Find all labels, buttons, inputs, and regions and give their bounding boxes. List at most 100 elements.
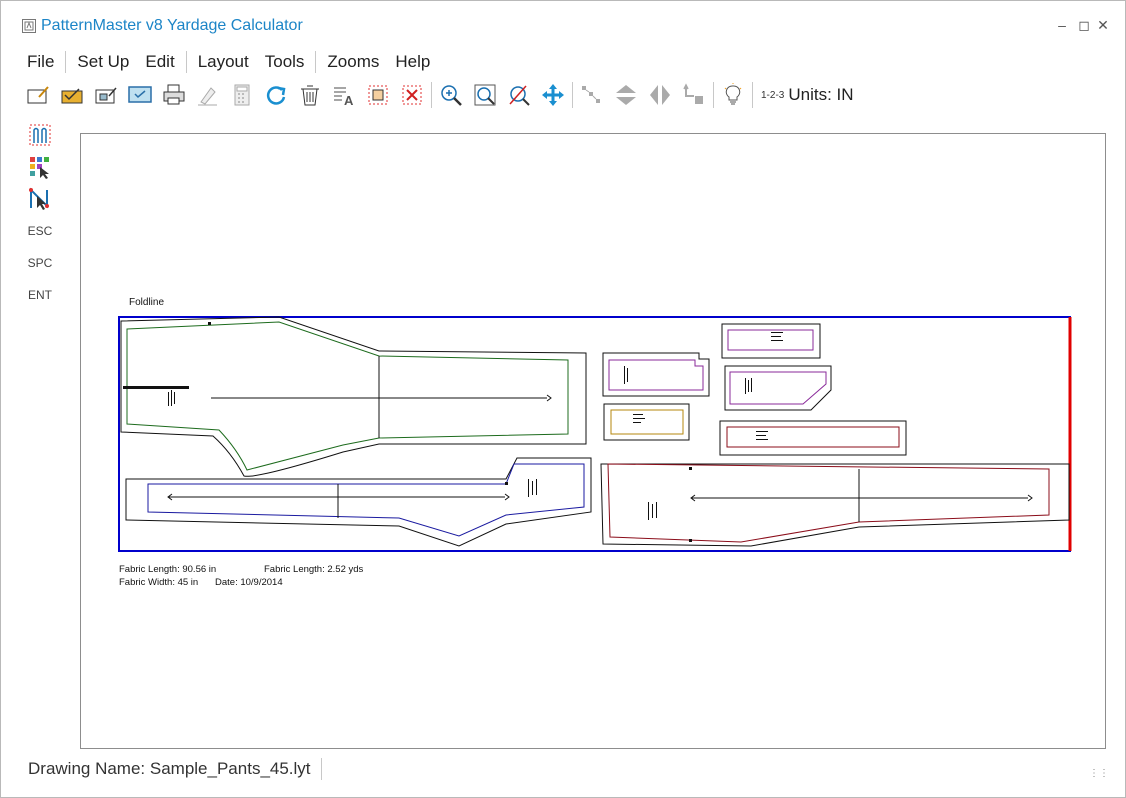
close-button[interactable]: ✕ xyxy=(1093,15,1113,35)
status-separator xyxy=(320,758,322,780)
app-icon xyxy=(22,19,36,33)
ent-button[interactable]: ENT xyxy=(23,279,57,311)
toolbar-separator xyxy=(572,82,573,108)
marker-layout-drawing[interactable]: Foldline Fabric Length: 90.56 in Fabric … xyxy=(81,134,1105,748)
toolbar: A 1-2-3 Units: IN xyxy=(21,81,854,109)
pattern-piece-pocket[interactable] xyxy=(602,352,710,397)
layout-canvas[interactable]: Foldline Fabric Length: 90.56 in Fabric … xyxy=(80,133,1106,749)
pattern-piece-fly[interactable] xyxy=(724,365,832,411)
zoom-extents-icon xyxy=(509,85,530,106)
text-icon: A xyxy=(334,87,354,108)
select-point-tool[interactable] xyxy=(23,183,57,215)
save-layout-button[interactable] xyxy=(89,81,123,109)
status-bar: Drawing Name: Sample_Pants_45.lyt xyxy=(28,758,322,780)
resize-grip-icon[interactable]: ⋮⋮ xyxy=(1089,768,1109,779)
maximize-button[interactable]: ◻ xyxy=(1074,15,1094,35)
app-window: PatternMaster v8 Yardage Calculator – ◻ … xyxy=(0,0,1126,798)
pattern-piece-back-leg[interactable] xyxy=(125,457,592,547)
esc-label: ESC xyxy=(27,224,53,238)
refresh-icon xyxy=(266,86,286,105)
menu-setup[interactable]: Set Up xyxy=(69,52,137,72)
plotter-icon xyxy=(198,87,217,106)
fabric-length-yds: Fabric Length: 2.52 yds xyxy=(264,564,364,575)
menu-tools[interactable]: Tools xyxy=(257,52,313,72)
fabric-boundary xyxy=(118,316,1071,552)
foldline-label: Foldline xyxy=(129,297,164,308)
lightbulb-icon xyxy=(724,83,742,105)
tips-button[interactable] xyxy=(716,81,750,109)
menu-layout[interactable]: Layout xyxy=(190,52,257,72)
svg-text:A: A xyxy=(344,93,354,108)
calculator-icon xyxy=(234,84,250,106)
printer-icon xyxy=(163,84,185,105)
pattern-piece-side-panel[interactable] xyxy=(600,463,1070,547)
text-button[interactable]: A xyxy=(327,81,361,109)
menu-bar: File Set Up Edit Layout Tools Zooms Help xyxy=(19,49,438,75)
ent-label: ENT xyxy=(28,288,52,302)
plot-button[interactable] xyxy=(191,81,225,109)
new-layout-icon xyxy=(27,86,49,104)
remove-box-icon xyxy=(402,85,422,105)
units-label[interactable]: Units: IN xyxy=(788,85,853,105)
units-123-icon[interactable]: 1-2-3 xyxy=(761,90,784,101)
calculator-button[interactable] xyxy=(225,81,259,109)
color-select-tool[interactable] xyxy=(23,151,57,183)
menu-separator xyxy=(185,51,187,73)
flip-vertical-button[interactable] xyxy=(609,81,643,109)
trash-icon xyxy=(301,85,319,106)
esc-button[interactable]: ESC xyxy=(23,215,57,247)
step-button[interactable] xyxy=(575,81,609,109)
flip-horizontal-button[interactable] xyxy=(643,81,677,109)
side-toolbar: ESC SPC ENT xyxy=(23,119,57,311)
pan-button[interactable] xyxy=(536,81,570,109)
select-piece-button[interactable] xyxy=(361,81,395,109)
pattern-piece-front-leg[interactable] xyxy=(120,316,587,477)
flip-horizontal-icon xyxy=(650,85,670,105)
print-button[interactable] xyxy=(157,81,191,109)
select-arrow-icon xyxy=(29,187,49,210)
zoom-in-icon xyxy=(441,85,462,106)
steps-icon xyxy=(582,86,600,103)
open-layout-button[interactable] xyxy=(55,81,89,109)
pattern-piece-facing[interactable] xyxy=(721,323,821,359)
zoom-window-icon xyxy=(474,84,496,106)
open-layout-icon xyxy=(61,88,83,104)
save-layout-icon xyxy=(95,87,117,104)
pattern-piece-tab[interactable] xyxy=(603,403,690,441)
drawing-name: Drawing Name: Sample_Pants_45.lyt xyxy=(28,759,311,778)
menu-file[interactable]: File xyxy=(19,52,62,72)
remove-piece-button[interactable] xyxy=(395,81,429,109)
spc-label: SPC xyxy=(27,256,53,270)
title-bar: PatternMaster v8 Yardage Calculator – ◻ … xyxy=(1,1,1125,47)
refresh-button[interactable] xyxy=(259,81,293,109)
zoom-in-button[interactable] xyxy=(434,81,468,109)
layout-date: Date: 10/9/2014 xyxy=(215,577,283,588)
zoom-extents-button[interactable] xyxy=(502,81,536,109)
menu-zooms[interactable]: Zooms xyxy=(319,52,387,72)
rotate-button[interactable] xyxy=(677,81,711,109)
display-button[interactable] xyxy=(123,81,157,109)
toolbar-separator xyxy=(431,82,432,108)
menu-separator xyxy=(315,51,317,73)
toolbar-separator xyxy=(752,82,753,108)
color-grid-icon xyxy=(30,157,49,179)
delete-button[interactable] xyxy=(293,81,327,109)
rotate-icon xyxy=(683,83,703,104)
menu-help[interactable]: Help xyxy=(387,52,438,72)
fabric-width: Fabric Width: 45 in xyxy=(119,577,198,588)
new-layout-button[interactable] xyxy=(21,81,55,109)
pattern-piece-tool[interactable] xyxy=(23,119,57,151)
window-title: PatternMaster v8 Yardage Calculator xyxy=(41,17,303,34)
spc-button[interactable]: SPC xyxy=(23,247,57,279)
pattern-piece-waistband[interactable] xyxy=(719,420,907,456)
menu-edit[interactable]: Edit xyxy=(137,52,182,72)
monitor-icon xyxy=(128,86,152,103)
flip-vertical-icon xyxy=(616,85,636,105)
menu-separator xyxy=(65,51,67,73)
select-box-icon xyxy=(368,85,388,105)
toolbar-separator xyxy=(713,82,714,108)
minimize-button[interactable]: – xyxy=(1052,15,1072,35)
fabric-length-in: Fabric Length: 90.56 in xyxy=(119,564,216,575)
move-arrows-icon xyxy=(542,84,564,106)
zoom-window-button[interactable] xyxy=(468,81,502,109)
